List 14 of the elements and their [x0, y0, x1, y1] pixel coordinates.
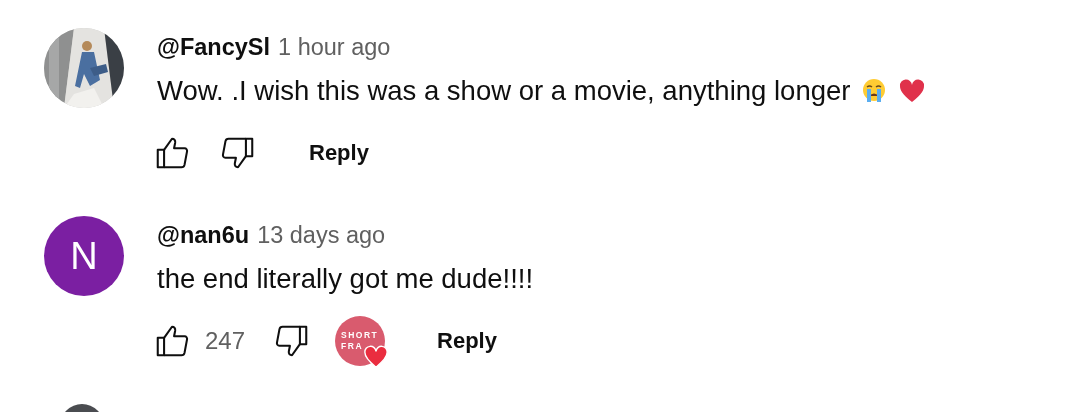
author-name[interactable]: @nan6u — [157, 221, 250, 249]
heart-icon — [898, 77, 927, 105]
like-count: 247 — [205, 327, 246, 355]
timestamp[interactable]: 13 days ago — [257, 221, 386, 249]
reply-button[interactable]: Reply — [295, 134, 383, 172]
timestamp[interactable]: 1 hour ago — [278, 33, 391, 61]
avatar[interactable]: N — [44, 216, 124, 296]
reply-button[interactable]: Reply — [423, 322, 511, 360]
comment-text: Wow. .I wish this was a show or a movie, anything longer — [157, 75, 851, 107]
author-name[interactable]: @FancySl — [157, 33, 271, 61]
creator-logo-text: SHORT — [341, 330, 380, 341]
comment-text: the end literally got me dude!!!! — [157, 263, 534, 295]
avatar-letter: N — [70, 234, 98, 278]
creator-logo-text: FRA — [341, 341, 365, 352]
